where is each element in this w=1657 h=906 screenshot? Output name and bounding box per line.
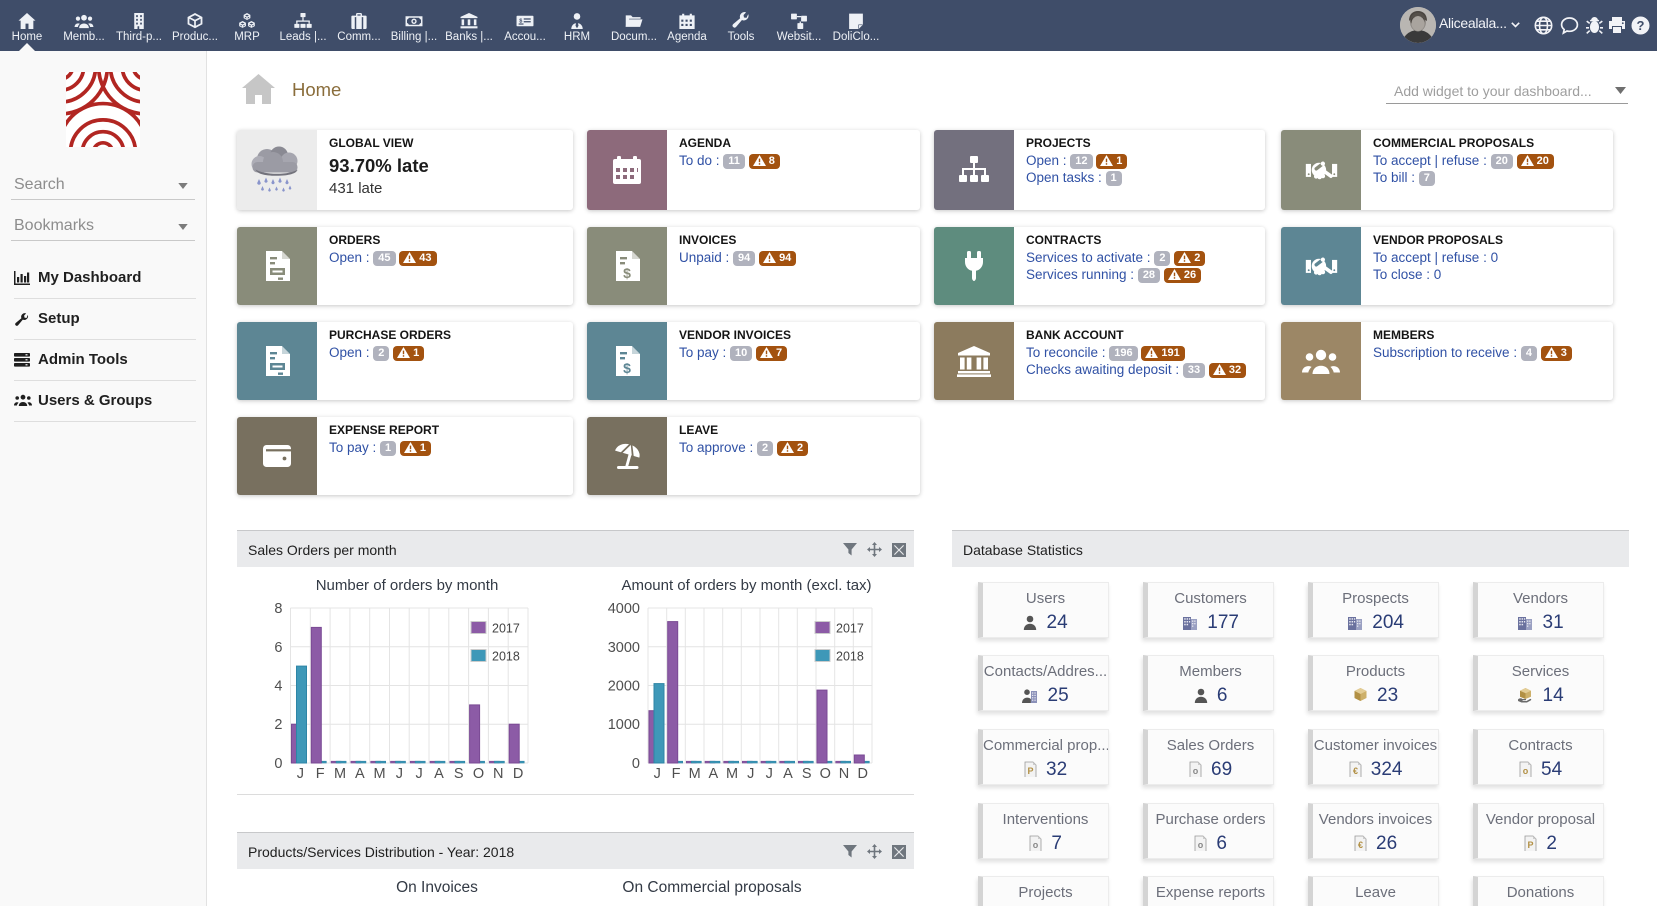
svg-text:P: P <box>1027 766 1033 776</box>
svg-text:1000: 1000 <box>608 717 640 733</box>
svg-text:2000: 2000 <box>608 679 640 695</box>
svg-text:0: 0 <box>274 756 282 772</box>
svg-text:D: D <box>857 766 867 782</box>
svg-text:J: J <box>654 766 661 782</box>
svg-text:J: J <box>747 766 754 782</box>
svg-text:o: o <box>1198 840 1204 850</box>
svg-text:6: 6 <box>274 640 282 656</box>
svg-text:P: P <box>1528 840 1534 850</box>
svg-text:4000: 4000 <box>608 601 640 617</box>
svg-text:A: A <box>355 766 365 782</box>
svg-text:o: o <box>1523 766 1529 776</box>
svg-text:0: 0 <box>632 756 640 772</box>
svg-text:S: S <box>802 766 812 782</box>
svg-text:A: A <box>783 766 793 782</box>
svg-text:3000: 3000 <box>608 640 640 656</box>
svg-text:2017: 2017 <box>836 622 864 636</box>
svg-text:$: $ <box>623 360 631 376</box>
svg-text:F: F <box>316 766 325 782</box>
svg-text:?: ? <box>1637 18 1645 33</box>
svg-text:€: € <box>1352 766 1357 776</box>
svg-text:O: O <box>473 766 484 782</box>
svg-text:A: A <box>434 766 444 782</box>
svg-text:M: M <box>726 766 738 782</box>
svg-text:$: $ <box>623 265 631 281</box>
svg-text:J: J <box>415 766 422 782</box>
svg-text:4: 4 <box>274 679 282 695</box>
svg-text:M: M <box>374 766 386 782</box>
svg-text:€: € <box>1358 840 1363 850</box>
svg-text:o: o <box>1193 766 1199 776</box>
svg-text:F: F <box>672 766 681 782</box>
svg-text:M: M <box>689 766 701 782</box>
svg-text:M: M <box>334 766 346 782</box>
svg-text:D: D <box>513 766 523 782</box>
svg-text:S: S <box>454 766 464 782</box>
svg-text:A: A <box>708 766 718 782</box>
svg-text:8: 8 <box>274 601 282 617</box>
svg-text:N: N <box>493 766 503 782</box>
svg-text:2: 2 <box>274 717 282 733</box>
svg-text:J: J <box>766 766 773 782</box>
svg-text:2018: 2018 <box>836 650 864 664</box>
svg-text:N: N <box>839 766 849 782</box>
svg-text:J: J <box>396 766 403 782</box>
svg-text:2017: 2017 <box>492 622 520 636</box>
svg-text:2018: 2018 <box>492 650 520 664</box>
svg-text:O: O <box>820 766 831 782</box>
svg-text:o: o <box>1033 840 1039 850</box>
svg-text:J: J <box>297 766 304 782</box>
